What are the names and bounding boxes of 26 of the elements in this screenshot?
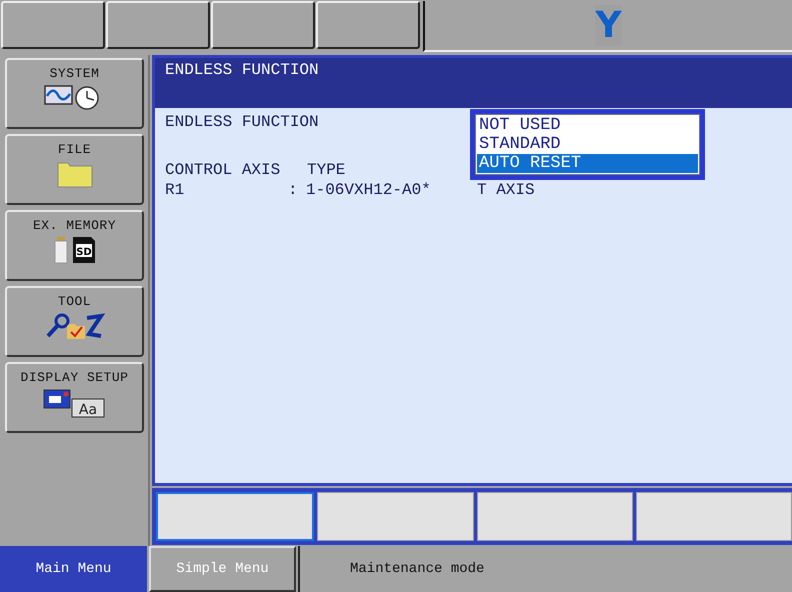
menu-button[interactable]: EX. MEMORY SD: [5, 210, 144, 281]
dropdown-option[interactable]: AUTO RESET: [477, 154, 698, 173]
column-header: CONTROL AXIS: [165, 160, 280, 180]
folder-icon: [56, 160, 94, 188]
separator: :: [288, 180, 298, 200]
toolbar-button[interactable]: [211, 1, 315, 49]
toolbar-button[interactable]: [1, 1, 105, 49]
axis-value[interactable]: T AXIS: [477, 180, 535, 200]
dropdown-option[interactable]: STANDARD: [477, 135, 698, 154]
menu-button[interactable]: DISPLAY SETUP Aa: [5, 362, 144, 433]
toolbar-button[interactable]: [316, 1, 420, 49]
menu-button[interactable]: SYSTEM: [5, 58, 144, 129]
robot-type: 1-06VXH12-A0*: [306, 180, 431, 200]
menu-tab[interactable]: Main Menu: [0, 546, 147, 592]
panel-title: ENDLESS FUNCTION: [165, 61, 319, 79]
menu-button[interactable]: FILE: [5, 134, 144, 205]
function-key[interactable]: [156, 492, 314, 541]
toolbar-button[interactable]: [106, 1, 210, 49]
logo: Y: [595, 5, 622, 46]
menu-button[interactable]: TOOL: [5, 286, 144, 357]
setting-label: ENDLESS FUNCTION: [165, 112, 319, 132]
status-text: Maintenance mode: [350, 561, 484, 577]
column-header: TYPE: [307, 160, 346, 180]
axis-name: R1: [165, 180, 184, 200]
dropdown-option[interactable]: NOT USED: [477, 116, 698, 135]
wrench-folder-robot-icon: [44, 312, 104, 340]
